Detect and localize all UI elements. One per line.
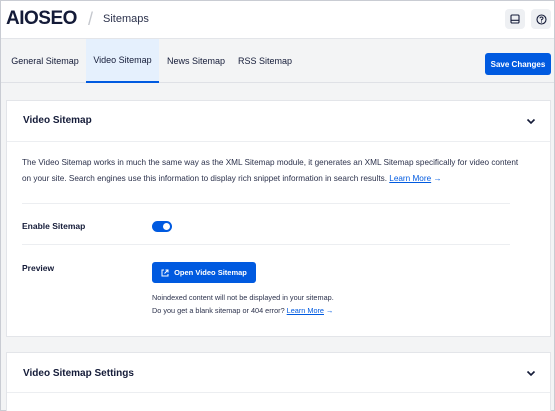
noindex-note: Noindexed content will not be displayed … bbox=[152, 293, 334, 302]
preview-label: Preview bbox=[22, 263, 55, 273]
tab-news-sitemap[interactable]: News Sitemap bbox=[161, 39, 231, 83]
breadcrumb: Sitemaps bbox=[103, 13, 149, 25]
enable-sitemap-toggle[interactable] bbox=[152, 221, 172, 232]
enable-sitemap-label: Enable Sitemap bbox=[22, 221, 86, 231]
learn-more-link[interactable]: Learn More bbox=[389, 174, 431, 183]
logo-text: AIOSEO bbox=[6, 8, 77, 29]
notifications-icon bbox=[510, 14, 520, 24]
video-sitemap-card-header[interactable]: Video Sitemap bbox=[7, 101, 550, 142]
video-sitemap-description: The Video Sitemap works in much the same… bbox=[22, 155, 528, 187]
toggle-knob bbox=[163, 223, 170, 230]
help-icon bbox=[535, 13, 547, 25]
chevron-down-icon[interactable] bbox=[524, 114, 538, 128]
divider bbox=[22, 203, 510, 204]
chevron-down-icon[interactable] bbox=[524, 366, 538, 380]
external-link-icon bbox=[161, 269, 169, 276]
video-sitemap-settings-header[interactable]: Video Sitemap Settings bbox=[7, 353, 550, 393]
note-learn-more-link[interactable]: Learn More bbox=[287, 306, 324, 315]
save-changes-button[interactable]: Save Changes bbox=[485, 53, 551, 75]
breadcrumb-separator: / bbox=[88, 9, 94, 29]
tab-video-sitemap[interactable]: Video Sitemap bbox=[86, 39, 159, 83]
tab-rss-sitemap[interactable]: RSS Sitemap bbox=[233, 39, 297, 83]
note-learn-more-arrow: → bbox=[326, 306, 334, 315]
description-text: The Video Sitemap works in much the same… bbox=[22, 158, 519, 183]
tab-general-sitemap[interactable]: General Sitemap bbox=[6, 39, 84, 83]
card-title: Video Sitemap bbox=[23, 115, 92, 126]
learn-more-arrow: → bbox=[433, 174, 442, 183]
open-video-sitemap-button[interactable]: Open Video Sitemap bbox=[152, 262, 256, 283]
open-button-label: Open Video Sitemap bbox=[174, 268, 247, 277]
notifications-button[interactable] bbox=[505, 9, 525, 29]
sitemap-tabs: General Sitemap Video Sitemap News Sitem… bbox=[1, 39, 554, 83]
blank-sitemap-question: Do you get a blank sitemap or 404 error? bbox=[152, 306, 285, 315]
help-button[interactable] bbox=[531, 9, 551, 29]
top-header: AIOSEO / Sitemaps bbox=[1, 1, 554, 39]
aioseo-logo[interactable]: AIOSEO bbox=[6, 8, 77, 30]
video-sitemap-settings-card: Video Sitemap Settings bbox=[6, 352, 551, 411]
blank-sitemap-note: Do you get a blank sitemap or 404 error?… bbox=[152, 306, 333, 315]
settings-card-title: Video Sitemap Settings bbox=[23, 368, 134, 379]
divider bbox=[22, 244, 510, 245]
